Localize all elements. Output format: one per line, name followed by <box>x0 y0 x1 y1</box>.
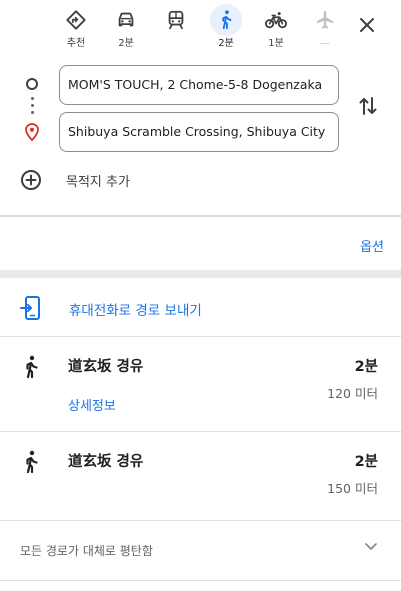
mode-walking-label: 2분 <box>218 38 234 49</box>
divider <box>0 520 401 521</box>
divider <box>0 336 401 337</box>
mode-cycling-label: 1분 <box>268 38 284 49</box>
mode-best-label: 추천 <box>66 38 86 49</box>
swap-waypoints-button[interactable] <box>355 93 381 119</box>
route-title: 道玄坂 경유 <box>68 359 144 375</box>
walk-icon <box>26 355 38 379</box>
travel-mode-bar: 추천 2분 2분 1분 — <box>0 0 401 58</box>
route-distance: 120 미터 <box>327 386 378 401</box>
swap-arrows-icon <box>359 97 377 115</box>
close-button[interactable] <box>352 10 382 40</box>
add-circle-icon <box>21 170 41 190</box>
options-link[interactable]: 옵션 <box>360 236 384 255</box>
add-destination-label: 목적지 추가 <box>66 174 130 190</box>
section-divider <box>0 270 401 278</box>
route-time: 2분 <box>354 454 378 470</box>
chevron-down-icon <box>365 543 377 550</box>
car-icon <box>110 4 142 36</box>
add-destination-button[interactable]: 목적지 추가 <box>20 168 130 192</box>
send-to-phone-button[interactable]: 휴대전화로 경로 보내기 <box>0 290 401 326</box>
mode-driving-label: 2분 <box>118 38 134 49</box>
divider <box>0 580 401 581</box>
send-to-phone-icon <box>20 296 40 320</box>
terrain-note: 모든 경로가 대체로 평탄함 <box>20 544 153 558</box>
route-details-link[interactable]: 상세정보 <box>68 395 116 414</box>
send-to-phone-label: 휴대전화로 경로 보내기 <box>69 303 202 319</box>
mode-flight-button[interactable]: — <box>305 4 345 54</box>
route-distance: 150 미터 <box>327 481 378 496</box>
airplane-icon <box>309 4 341 36</box>
train-icon <box>160 4 192 36</box>
route-time: 2분 <box>354 359 378 375</box>
origin-input[interactable]: MOM'S TOUCH, 2 Chome-5-8 Dogenzaka <box>59 65 339 105</box>
destination-input[interactable]: Shibuya Scramble Crossing, Shibuya City <box>59 112 339 152</box>
destination-pin-icon <box>25 123 39 141</box>
bicycle-icon <box>260 4 292 36</box>
route-dots-icon <box>30 97 34 118</box>
mode-flight-label: — <box>320 38 330 49</box>
close-icon <box>360 18 374 32</box>
mode-driving-button[interactable]: 2분 <box>106 4 146 54</box>
mode-walking-button[interactable]: 2분 <box>206 4 246 54</box>
divider <box>0 431 401 432</box>
terrain-info-row[interactable]: 모든 경로가 대체로 평탄함 <box>0 532 401 568</box>
mode-best-button[interactable]: 추천 <box>56 4 96 54</box>
walk-icon <box>210 4 242 36</box>
route-title: 道玄坂 경유 <box>68 454 144 470</box>
mode-cycling-button[interactable]: 1분 <box>256 4 296 54</box>
walk-icon <box>26 450 38 474</box>
divider <box>0 215 401 217</box>
origin-marker-icon <box>26 78 38 90</box>
route-option-2[interactable]: 道玄坂 경유 2분 150 미터 <box>0 450 401 496</box>
best-route-icon <box>60 4 92 36</box>
mode-transit-button[interactable] <box>156 4 196 54</box>
route-option-1[interactable]: 道玄坂 경유 2분 120 미터 상세정보 <box>0 355 401 415</box>
